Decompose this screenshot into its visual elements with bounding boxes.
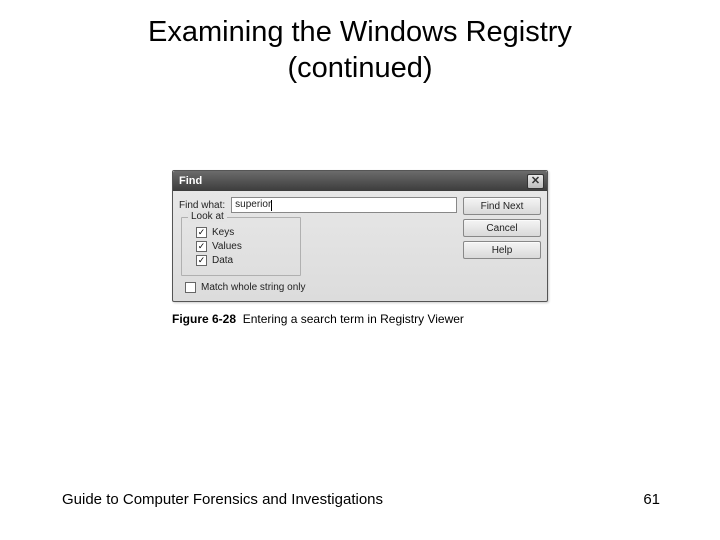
dialog-titlebar: Find ✕ <box>173 171 547 191</box>
dialog-body: Find what: superior Look at ✓ Keys ✓ Val… <box>173 191 547 301</box>
slide-footer: Guide to Computer Forensics and Investig… <box>62 491 660 508</box>
find-next-label: Find Next <box>481 201 524 212</box>
title-line2: (continued) <box>0 50 720 86</box>
close-icon: ✕ <box>531 176 540 187</box>
find-what-label: Find what: <box>179 200 225 211</box>
lookat-group: Look at ✓ Keys ✓ Values ✓ Data <box>181 217 301 276</box>
dialog-left: Find what: superior Look at ✓ Keys ✓ Val… <box>179 197 457 293</box>
checkbox-icon <box>185 282 196 293</box>
checkbox-match[interactable]: Match whole string only <box>179 282 457 293</box>
find-what-input[interactable]: superior <box>231 197 457 213</box>
slide-title: Examining the Windows Registry (continue… <box>0 0 720 87</box>
checkmark-icon: ✓ <box>198 242 206 251</box>
checkbox-data[interactable]: ✓ Data <box>190 255 292 266</box>
checkmark-icon: ✓ <box>198 256 206 265</box>
dialog-title: Find <box>179 175 202 187</box>
dialog-right: Find Next Cancel Help <box>463 197 541 293</box>
checkbox-keys[interactable]: ✓ Keys <box>190 227 292 238</box>
figure: Find ✕ Find what: superior Look at ✓ Key… <box>172 170 548 326</box>
find-what-value: superior <box>235 198 271 212</box>
checkbox-icon: ✓ <box>196 255 207 266</box>
figure-caption: Figure 6-28 Entering a search term in Re… <box>172 312 548 326</box>
find-dialog: Find ✕ Find what: superior Look at ✓ Key… <box>172 170 548 302</box>
text-cursor <box>271 200 272 211</box>
close-button[interactable]: ✕ <box>527 174 544 189</box>
caption-label: Figure 6-28 <box>172 312 236 326</box>
footer-book: Guide to Computer Forensics and Investig… <box>62 491 383 508</box>
checkbox-match-label: Match whole string only <box>201 282 306 293</box>
footer-page: 61 <box>643 491 660 508</box>
cancel-label: Cancel <box>486 223 517 234</box>
caption-text: Entering a search term in Registry Viewe… <box>243 312 464 326</box>
checkbox-values[interactable]: ✓ Values <box>190 241 292 252</box>
help-button[interactable]: Help <box>463 241 541 259</box>
checkbox-icon: ✓ <box>196 241 207 252</box>
checkmark-icon: ✓ <box>198 228 206 237</box>
find-next-button[interactable]: Find Next <box>463 197 541 215</box>
lookat-legend: Look at <box>188 211 227 222</box>
cancel-button[interactable]: Cancel <box>463 219 541 237</box>
help-label: Help <box>492 245 513 256</box>
checkbox-values-label: Values <box>212 241 242 252</box>
title-line1: Examining the Windows Registry <box>0 14 720 50</box>
checkbox-icon: ✓ <box>196 227 207 238</box>
checkbox-data-label: Data <box>212 255 233 266</box>
checkbox-keys-label: Keys <box>212 227 234 238</box>
